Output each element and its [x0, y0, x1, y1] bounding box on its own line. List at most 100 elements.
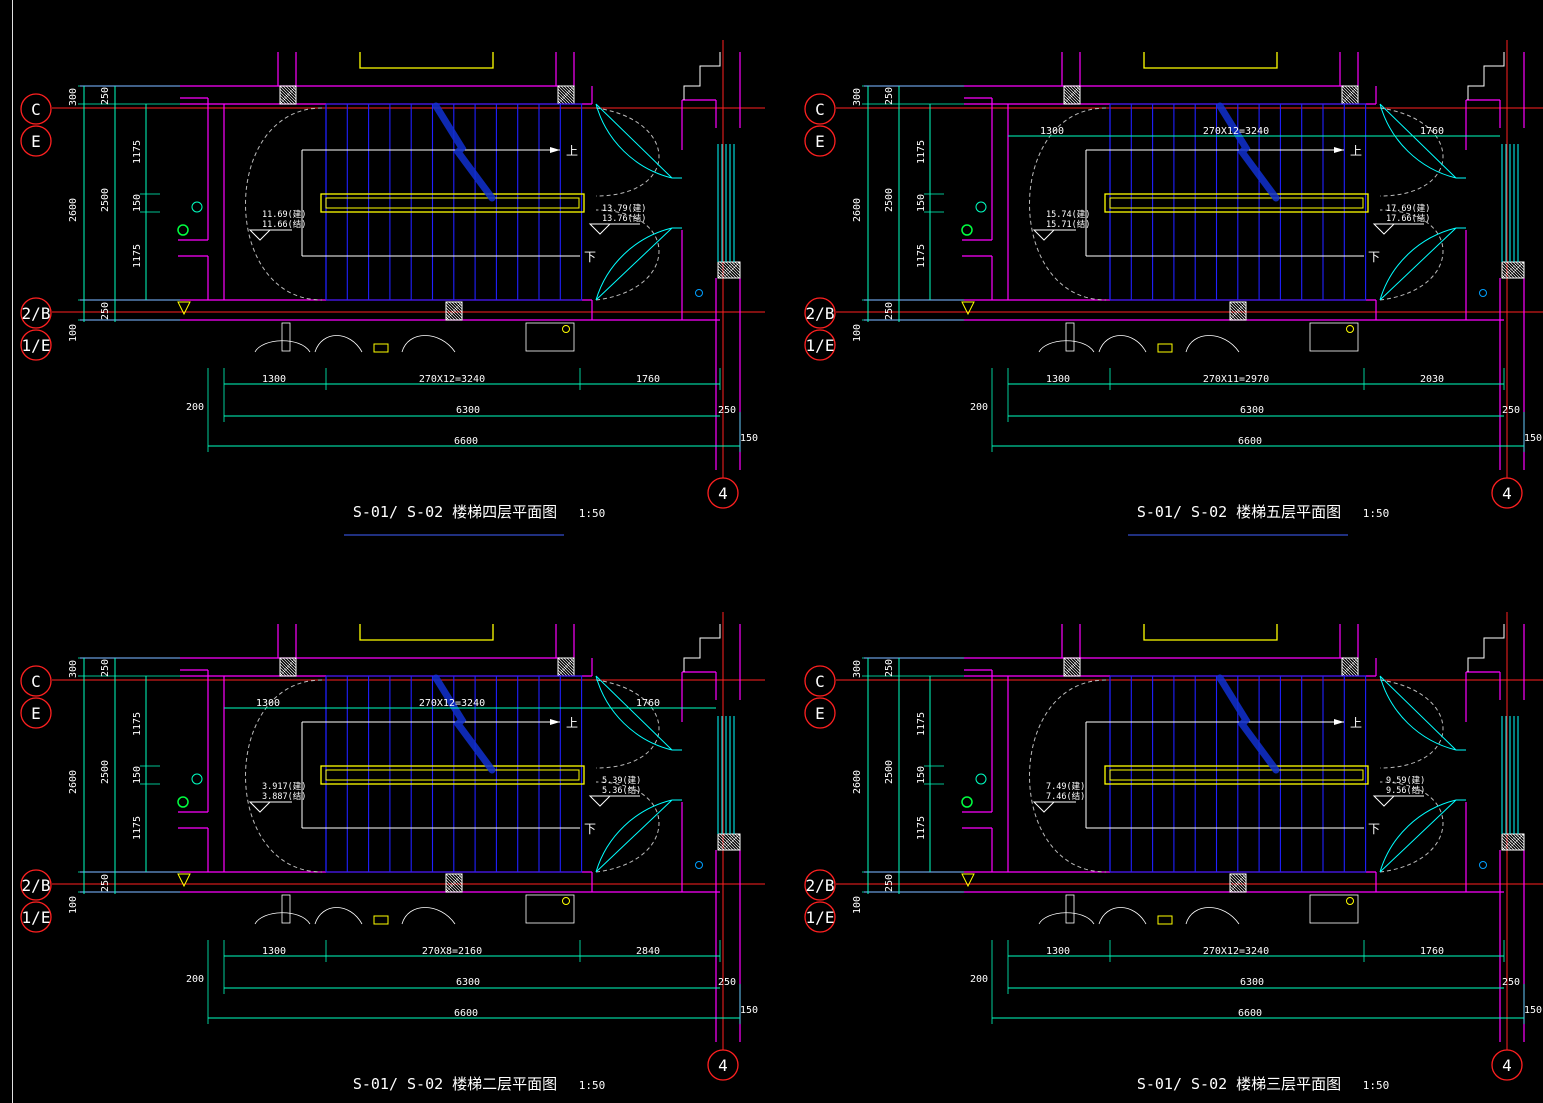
bottom-dim-text: 1300 — [1046, 374, 1070, 385]
left-dim-text: 300 — [852, 88, 863, 106]
stair-plan-0: CE 2/B 1/E 4 上下 11.69(建)11.66(结) 13.79(建)13.76… — [20, 40, 765, 536]
left-dim-text: 250 — [884, 659, 895, 677]
stepped-outline — [1467, 52, 1505, 100]
fire-hydrant-symbol — [961, 796, 973, 808]
left-dim-text: 250 — [884, 302, 895, 320]
dim-150: 150 — [1524, 1005, 1542, 1016]
landing-curve-right-top — [595, 107, 660, 197]
drain-symbol — [695, 289, 703, 297]
column-bottom-mid-hatch — [1229, 301, 1247, 321]
up-label: 上 — [566, 716, 578, 730]
cad-drawing-canvas[interactable]: CE2/B1/E4上下11.69(建)11.66(结)13.79(建)13.76… — [0, 0, 1543, 1103]
fixture — [1346, 897, 1354, 905]
dim-200: 200 — [186, 402, 204, 413]
pipe-symbol — [191, 201, 203, 213]
left-dim-text: 2500 — [100, 188, 111, 212]
axis-bubble-1E-label: 1/E — [806, 908, 835, 927]
fixture — [401, 907, 456, 925]
bottom-dim-text: 2030 — [1420, 374, 1444, 385]
elevation-mark-left — [248, 229, 272, 241]
elevation-right-struct: 9.56(结) — [1386, 785, 1425, 796]
fixture — [254, 340, 311, 353]
axis-bubble-1E-label: 1/E — [806, 336, 835, 355]
column-top-right-hatch — [1341, 85, 1359, 105]
door-swing-top — [1379, 103, 1457, 179]
fixture — [254, 912, 311, 925]
left-dimensions: 300 250 2600 2500 1175 150 1175 250 100 — [852, 85, 964, 342]
walking-line — [1085, 721, 1364, 829]
door-swing-bottom — [595, 799, 673, 873]
stair-well-outer — [320, 193, 585, 213]
elevation-left-struct: 11.66(结) — [262, 219, 306, 230]
left-dim-text: 2500 — [100, 760, 111, 784]
fixture — [314, 335, 363, 353]
bottom-dim-text: 1300 — [1046, 946, 1070, 957]
axis-bubble-E-label: E — [815, 704, 825, 723]
elevation-mark-left — [1032, 229, 1056, 241]
left-dim-text: 150 — [132, 766, 143, 784]
bottom-dimensions: 1300 270X12=3240 1760 6300 6600 200 250 150 — [970, 940, 1542, 1024]
lower-fixtures — [1038, 894, 1359, 925]
column-right-hatch — [717, 261, 741, 279]
dim-6600: 6600 — [1238, 436, 1262, 447]
elevation-right-struct: 5.36(结) — [602, 785, 641, 796]
inner-dim-text: 1760 — [1420, 126, 1444, 137]
elevation-right-arch: 17.69(建) — [1386, 203, 1430, 214]
fixture — [525, 894, 575, 924]
door-swing-top — [1379, 675, 1457, 751]
fixture — [314, 907, 363, 925]
bottom-dimensions: 1300 270X12=3240 1760 6300 6600 200 250 150 — [186, 368, 758, 452]
inner-dim-text: 1760 — [636, 698, 660, 709]
left-dim-text: 1175 — [132, 712, 143, 736]
dim-250: 250 — [718, 405, 736, 416]
drain-symbol — [1479, 289, 1487, 297]
plan-scale: 1:50 — [1363, 507, 1390, 520]
fixture — [1038, 912, 1095, 925]
break-line — [432, 102, 496, 202]
axis-bubble-4-label: 4 — [1502, 484, 1512, 503]
column-top-left-hatch — [279, 85, 297, 105]
plan-title: S-01/ S-02 楼梯三层平面图 — [1137, 1075, 1341, 1093]
column-right-hatch — [717, 833, 741, 851]
column-bottom-mid-hatch — [445, 301, 463, 321]
left-dim-text: 1175 — [132, 140, 143, 164]
axis-bubble-C-label: C — [815, 100, 825, 119]
fixture — [1346, 325, 1354, 333]
left-dimensions: 300 250 2600 2500 1175 150 1175 250 100 — [852, 657, 964, 914]
top-opening-bracket — [1143, 52, 1278, 69]
bottom-dim-text: 1300 — [262, 946, 286, 957]
left-dim-text: 300 — [68, 88, 79, 106]
dim-6300: 6300 — [456, 405, 480, 416]
left-dimensions: 300 250 2600 2500 1175 150 1175 250 100 — [68, 85, 180, 342]
elevation-mark-right — [588, 795, 612, 807]
left-dim-text: 1175 — [916, 140, 927, 164]
left-dim-text: 1175 — [916, 244, 927, 268]
up-label: 上 — [1350, 144, 1362, 158]
dim-200: 200 — [970, 402, 988, 413]
bottom-dim-text: 270X12=3240 — [419, 374, 485, 385]
top-opening-bracket — [359, 52, 494, 69]
left-dim-text: 150 — [916, 194, 927, 212]
plan-title: S-01/ S-02 楼梯五层平面图 — [1137, 503, 1341, 521]
break-line — [1216, 102, 1280, 202]
left-dim-text: 2600 — [852, 770, 863, 794]
column-top-left-hatch — [1063, 85, 1081, 105]
fire-hydrant-symbol — [961, 224, 973, 236]
stair-well-inner — [1109, 197, 1364, 209]
left-dim-text: 250 — [884, 87, 895, 105]
window — [717, 716, 735, 834]
break-line — [432, 674, 496, 774]
fixture — [562, 897, 570, 905]
fixture — [1098, 907, 1147, 925]
fixture — [1065, 322, 1075, 352]
axis-bubble-C-label: C — [815, 672, 825, 691]
axis-bubble-C-label: C — [31, 672, 41, 691]
elevation-left-struct: 7.46(结) — [1046, 791, 1085, 802]
left-dim-text: 250 — [884, 874, 895, 892]
stair-well-inner — [325, 769, 580, 781]
axis-bubble-4-label: 4 — [718, 484, 728, 503]
pipe-symbol — [975, 773, 987, 785]
left-dim-text: 1175 — [132, 816, 143, 840]
left-dim-text: 250 — [100, 87, 111, 105]
fixture — [1038, 340, 1095, 353]
